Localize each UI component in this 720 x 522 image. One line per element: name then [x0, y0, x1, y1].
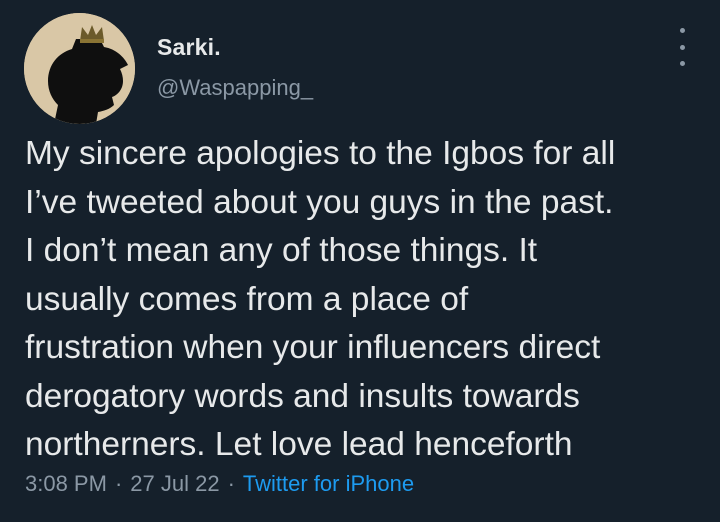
- tweet-text: My sincere apologies to the Igbos for al…: [25, 130, 705, 470]
- meta-separator: ·: [114, 471, 123, 496]
- meta-separator: ·: [227, 471, 235, 496]
- tweet-text-line: usually comes from a place of: [25, 280, 469, 318]
- more-options-button[interactable]: [672, 28, 692, 66]
- author-handle[interactable]: @Waspapping_: [157, 75, 313, 101]
- tweet-card: Sarki. @Waspapping_ My sincere apologies…: [0, 0, 720, 522]
- tweet-meta: 3:08 PM · 27 Jul 22 · Twitter for iPhone: [25, 471, 414, 497]
- author-name[interactable]: Sarki.: [157, 34, 221, 61]
- more-vertical-icon-dot: [679, 28, 685, 33]
- tweet-text-line: My sincere apologies to the Igbos for al…: [25, 135, 616, 172]
- tweet-text-line: I don’t mean any of those things. It: [25, 232, 538, 269]
- more-vertical-icon-dot: [679, 61, 685, 66]
- tweet-text-line: derogatory words and insults towards: [25, 377, 580, 415]
- tweet-date[interactable]: 27 Jul 22: [130, 471, 219, 496]
- avatar[interactable]: [24, 13, 135, 124]
- tweet-text-line: frustration when your influencers direct: [25, 329, 601, 366]
- more-vertical-icon-dot: [679, 44, 685, 50]
- tweet-time[interactable]: 3:08 PM: [25, 471, 107, 496]
- avatar-silhouette-image: [24, 13, 135, 124]
- tweet-text-line: northerners. Let love lead henceforth: [25, 426, 573, 463]
- tweet-text-line: I’ve tweeted about you guys in the past.: [25, 183, 614, 221]
- tweet-source-link[interactable]: Twitter for iPhone: [243, 471, 414, 496]
